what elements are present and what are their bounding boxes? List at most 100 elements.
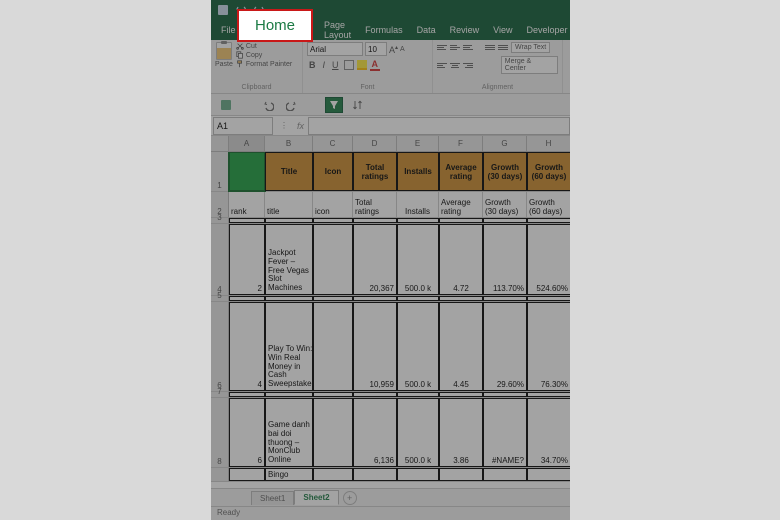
cell[interactable]: title — [265, 192, 313, 217]
decrease-indent-icon[interactable] — [485, 44, 495, 52]
cell[interactable]: 34.70% — [527, 398, 570, 467]
formula-bar[interactable] — [308, 117, 570, 135]
cell[interactable]: Bingo — [265, 468, 313, 481]
increase-font-icon[interactable]: A▴ — [389, 44, 398, 55]
cell[interactable]: 20,367 — [353, 224, 397, 295]
select-all-corner[interactable] — [211, 136, 229, 151]
tab-review[interactable]: Review — [444, 22, 486, 38]
format-painter-button[interactable]: Format Painter — [236, 60, 292, 68]
font-name-select[interactable] — [307, 42, 363, 56]
cell[interactable]: 4 — [229, 302, 265, 391]
row-header[interactable]: 3 — [211, 218, 229, 223]
cell[interactable]: Growth (30 days) — [483, 152, 527, 191]
cell[interactable]: 6,136 — [353, 398, 397, 467]
tab-view[interactable]: View — [487, 22, 518, 38]
undo-icon[interactable] — [259, 97, 277, 113]
col-header-C[interactable]: C — [313, 136, 353, 151]
cell[interactable]: 500.0 k — [397, 224, 439, 295]
align-center-icon[interactable] — [450, 61, 460, 69]
align-left-icon[interactable] — [437, 61, 447, 69]
cell[interactable]: Jackpot Fever – Free Vegas Slot Machines — [265, 224, 313, 295]
cell[interactable]: Growth (30 days) — [483, 192, 527, 217]
row-header[interactable]: 5 — [211, 296, 229, 301]
cell-A1[interactable] — [229, 152, 265, 191]
cell[interactable]: 4.45 — [439, 302, 483, 391]
cell[interactable] — [313, 398, 353, 467]
cell[interactable]: rank — [229, 192, 265, 217]
paste-button[interactable]: Paste — [215, 42, 233, 68]
cell[interactable]: 4.72 — [439, 224, 483, 295]
cell[interactable]: Average rating — [439, 192, 483, 217]
tab-data[interactable]: Data — [411, 22, 442, 38]
cell[interactable]: 29.60% — [483, 302, 527, 391]
align-bottom-icon[interactable] — [463, 44, 473, 52]
fill-color-button[interactable] — [357, 60, 367, 70]
row-header[interactable]: 1 — [211, 152, 229, 191]
col-header-B[interactable]: B — [265, 136, 313, 151]
cell[interactable]: Title — [265, 152, 313, 191]
row-header[interactable]: 7 — [211, 392, 229, 397]
col-header-A[interactable]: A — [229, 136, 265, 151]
underline-button[interactable]: U — [330, 60, 341, 70]
col-header-G[interactable]: G — [483, 136, 527, 151]
cell[interactable]: 113.70% — [483, 224, 527, 295]
borders-button[interactable] — [344, 60, 354, 70]
sort-icon[interactable] — [349, 97, 367, 113]
col-header-H[interactable]: H — [527, 136, 570, 151]
cell[interactable]: Total ratings — [353, 192, 397, 217]
italic-button[interactable]: I — [321, 60, 328, 70]
decrease-font-icon[interactable]: A — [400, 46, 405, 53]
cell[interactable] — [313, 224, 353, 295]
cell[interactable]: Growth (60 days) — [527, 192, 570, 217]
cell[interactable]: Installs — [397, 192, 439, 217]
row-header[interactable]: 6 — [211, 302, 229, 391]
cell[interactable]: 6 — [229, 398, 265, 467]
name-box[interactable] — [213, 117, 273, 135]
tab-formulas[interactable]: Formulas — [359, 22, 409, 38]
cell[interactable]: 524.60% — [527, 224, 570, 295]
align-top-icon[interactable] — [437, 44, 447, 52]
spreadsheet-grid[interactable]: A B C D E F G H 1 Title Icon Total ratin… — [211, 136, 570, 488]
cell[interactable]: 2 — [229, 224, 265, 295]
cell[interactable]: 500.0 k — [397, 398, 439, 467]
cell[interactable]: Play To Win: Win Real Money in Cash Swee… — [265, 302, 313, 391]
new-sheet-button[interactable]: + — [343, 491, 357, 505]
cell[interactable] — [313, 302, 353, 391]
cell[interactable]: #NAME? — [483, 398, 527, 467]
sheet-tab[interactable]: Sheet1 — [251, 491, 294, 505]
font-size-select[interactable] — [365, 42, 387, 56]
copy-button[interactable]: Copy — [236, 51, 292, 59]
cell[interactable]: Game danh bai doi thuong – MonClub Onlin… — [265, 398, 313, 467]
cell[interactable]: 3.86 — [439, 398, 483, 467]
cell[interactable]: Icon — [313, 152, 353, 191]
save-icon[interactable] — [217, 97, 235, 113]
increase-indent-icon[interactable] — [498, 44, 508, 52]
bold-button[interactable]: B — [307, 60, 318, 70]
filter-icon[interactable] — [325, 97, 343, 113]
cell[interactable]: icon — [313, 192, 353, 217]
cell[interactable]: Total ratings — [353, 152, 397, 191]
col-header-D[interactable]: D — [353, 136, 397, 151]
tab-developer[interactable]: Developer — [520, 22, 573, 38]
align-middle-icon[interactable] — [450, 44, 460, 52]
sheet-tab-active[interactable]: Sheet2 — [294, 490, 338, 505]
cut-button[interactable]: Cut — [236, 42, 292, 50]
font-color-button[interactable]: A — [370, 59, 381, 71]
align-right-icon[interactable] — [463, 61, 473, 69]
row-header[interactable] — [211, 468, 229, 481]
redo-icon[interactable] — [283, 97, 301, 113]
cell[interactable]: 500.0 k — [397, 302, 439, 391]
row-header[interactable]: 4 — [211, 224, 229, 295]
cell[interactable]: Installs — [397, 152, 439, 191]
cell[interactable]: 76.30% — [527, 302, 570, 391]
cell[interactable]: Average rating — [439, 152, 483, 191]
save-icon[interactable] — [217, 4, 229, 16]
wrap-text-button[interactable]: Wrap Text — [511, 42, 550, 53]
cell[interactable]: 10,959 — [353, 302, 397, 391]
col-header-F[interactable]: F — [439, 136, 483, 151]
cell[interactable]: Growth (60 days) — [527, 152, 570, 191]
fx-icon[interactable]: fx — [293, 121, 308, 131]
row-header[interactable]: 8 — [211, 398, 229, 467]
col-header-E[interactable]: E — [397, 136, 439, 151]
merge-center-button[interactable]: Merge & Center — [501, 56, 558, 74]
